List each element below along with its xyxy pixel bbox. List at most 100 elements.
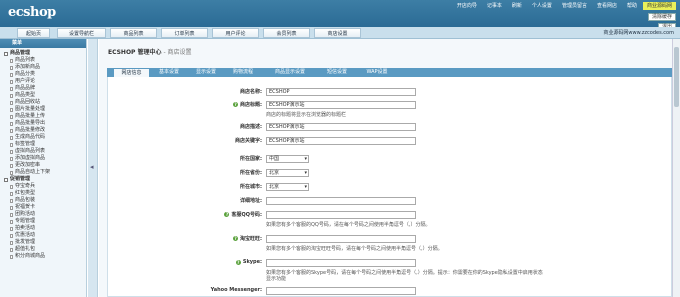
tab-display-settings[interactable]: 显示设置 [190,68,222,77]
ww-input[interactable] [266,235,416,243]
menu-item[interactable]: 更改加密串 [4,162,86,169]
shop-desc-input[interactable]: ECSHOP演示站 [266,123,416,131]
menu-item[interactable]: 商品包装 [4,197,86,204]
tab-user-comments[interactable]: 用户评论 [212,28,259,38]
ww-note: 如果您有多个客服的淘宝旺旺号码，请在每个号码之间使用半角逗号（,）分隔。 [266,246,443,252]
menu-group[interactable]: 促销管理 [4,176,86,183]
scrollbar[interactable] [672,39,680,297]
label-ww: ? 淘宝旺旺: [233,235,262,242]
expand-icon[interactable] [4,51,8,56]
tab-member-list[interactable]: 会员列表 [263,28,310,38]
menu-item[interactable]: 批发管理 [4,239,86,246]
menu-item-label: 商品品牌 [15,85,36,91]
menu-item[interactable]: 虚拟商品列表 [4,148,86,155]
menu-item[interactable]: 添加新商品 [4,64,86,71]
shop-info-form: 商店名称: ECSHOP ? 商店标题: ECSHOP演示站 商店的标题将显示在浏… [107,77,672,297]
help-icon[interactable]: ? [233,236,238,241]
help-icon[interactable]: ? [233,102,238,107]
menu-item[interactable]: 标签管理 [4,141,86,148]
page-icon [10,226,13,231]
menu-item-label: 更改加密串 [15,162,41,168]
menu-item[interactable]: 商品回收站 [4,99,86,106]
menu-group-label: 商品管理 [10,50,31,56]
tab-order-list[interactable]: 订单列表 [161,28,208,38]
tab-home[interactable]: 起始页 [17,28,50,38]
expand-icon[interactable] [4,177,8,182]
link-view-store[interactable]: 查看网店 [593,2,621,10]
address-input[interactable] [266,197,416,205]
page-icon [10,135,13,140]
menu-item[interactable]: 红包类型 [4,190,86,197]
tab-shop-info[interactable]: 网店信息 [113,68,150,77]
tab-wap-settings[interactable]: WAP设置 [358,68,396,77]
menu-item-label: 拍卖活动 [15,225,36,231]
scrollbar-thumb[interactable] [674,47,679,107]
shop-name-input[interactable]: ECSHOP [266,88,416,96]
link-help[interactable]: 帮助 [623,2,641,10]
menu-item-label: 添加新商品 [15,64,41,70]
menu-item[interactable]: 图片批量处理 [4,106,86,113]
link-source-site[interactable]: 商业源码网 [642,2,676,10]
menu-item[interactable]: 拍卖活动 [4,225,86,232]
collapse-arrow-icon[interactable]: ◂ [90,163,94,171]
shop-keywords-input[interactable]: ECSHOP演示站 [266,137,416,145]
menu-item-label: 祝福贺卡 [15,204,36,210]
tab-goods-list[interactable]: 商品列表 [110,28,157,38]
menu-item[interactable]: 商品分类 [4,71,86,78]
menu-item[interactable]: 商品品牌 [4,85,86,92]
tab-shop-settings[interactable]: 商店设置 [314,28,361,38]
shop-title-input[interactable]: ECSHOP演示站 [266,101,416,109]
sidebar-menu: 菜单 商品管理 商品列表 添加新商品 商品分类 用户评论 商品品牌 商品类型 商品回收站 图片批… [0,39,87,297]
label-shop-desc: 商店描述: [240,124,262,130]
menu-item-label: 虚拟商品列表 [15,148,46,154]
tab-goods-display[interactable]: 商品显示设置 [264,68,316,77]
yahoo-input[interactable] [266,287,416,295]
menu-item[interactable]: 超值礼包 [4,246,86,253]
label-shop-title-text: 商店标题: [240,102,262,108]
city-select[interactable]: 北京 [266,183,309,191]
page-icon [10,233,13,238]
menu-group[interactable]: 商品管理 [4,50,86,57]
clear-cache-button[interactable]: 清除缓存 [647,13,676,21]
link-refresh[interactable]: 刷新 [508,2,526,10]
link-admin-message[interactable]: 管理员留言 [558,2,591,10]
menu-item[interactable]: 用户评论 [4,78,86,85]
menu-item[interactable]: 添加虚拟商品 [4,155,86,162]
skype-input[interactable] [266,259,416,267]
menu-item[interactable]: 商品类型 [4,92,86,99]
link-setup-wizard[interactable]: 开店向导 [453,2,481,10]
page-icon [10,58,13,63]
help-icon[interactable]: ? [235,259,241,265]
menu-item[interactable]: 专题管理 [4,218,86,225]
menu-item[interactable]: 团购活动 [4,211,86,218]
menu-item-label: 商品分类 [15,71,36,77]
tab-basic-settings[interactable]: 基本设置 [153,68,185,77]
qq-note: 如果您有多个客服的QQ号码，请在每个号码之间使用半角逗号（,）分隔。 [266,222,431,228]
page-icon [10,184,13,189]
menu-item[interactable]: 商品自动上下架 [4,169,86,176]
label-yahoo: Yahoo Messenger: [210,287,262,293]
menu-item[interactable]: 商品批量导出 [4,120,86,127]
ecshop-logo: ecshop [8,5,56,20]
tab-shopping-flow[interactable]: 购物流程 [227,68,259,77]
country-select[interactable]: 中国 [266,155,309,163]
link-notepad[interactable]: 记事本 [483,2,506,10]
menu-item[interactable]: 商品批量修改 [4,127,86,134]
label-country: 所在国家: [240,156,262,162]
menu-item[interactable]: 优惠活动 [4,232,86,239]
sidebar-toggle[interactable]: ◂ [88,39,98,297]
link-personal-settings[interactable]: 个人设置 [528,2,556,10]
qq-input[interactable] [266,211,416,219]
province-select[interactable]: 北京 [266,169,309,177]
menu-item[interactable]: 商品列表 [4,57,86,64]
menu-item-label: 图片批量处理 [15,106,46,112]
label-shop-keywords: 商店关键字: [234,138,262,144]
menu-item[interactable]: 商品批量上传 [4,113,86,120]
help-icon[interactable]: ? [224,212,230,217]
menu-item[interactable]: 夺宝奇兵 [4,183,86,190]
tab-nav-settings[interactable]: 设置导航栏 [57,28,106,38]
menu-item[interactable]: 祝福贺卡 [4,204,86,211]
tab-sms-settings[interactable]: 短信设置 [321,68,353,77]
menu-item[interactable]: 生成商品代码 [4,134,86,141]
menu-item[interactable]: 积分商城商品 [4,253,86,260]
